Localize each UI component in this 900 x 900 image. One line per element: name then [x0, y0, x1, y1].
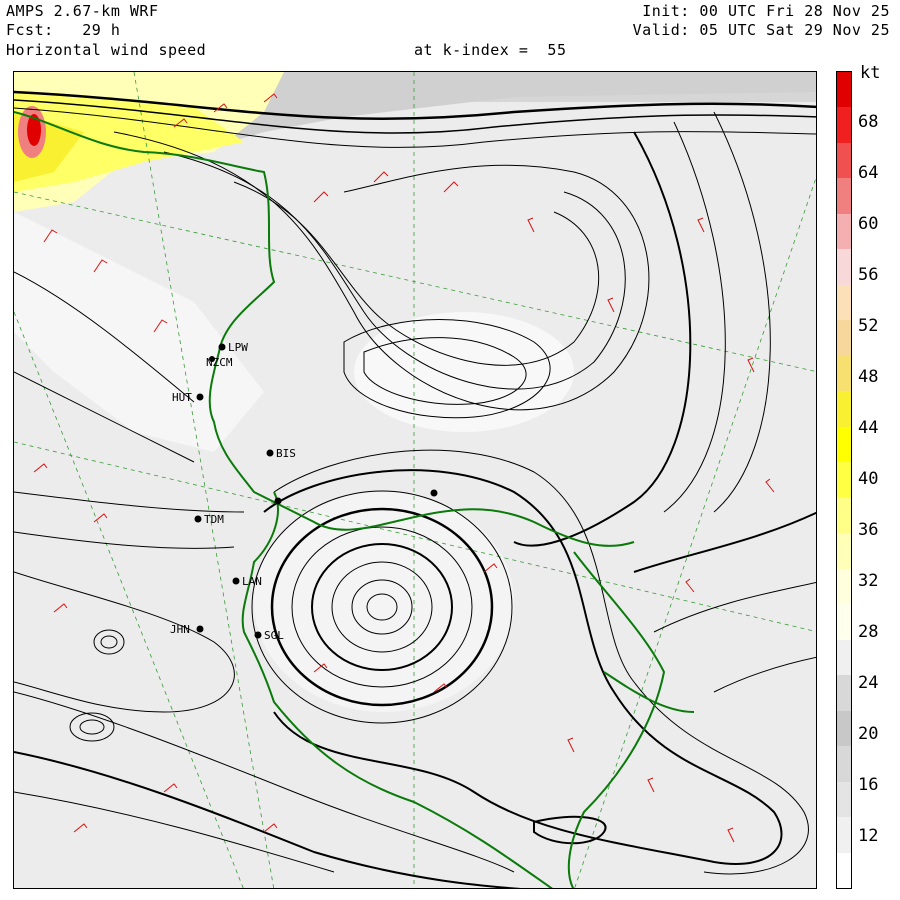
forecast-hour: Fcst: 29 h [6, 21, 121, 39]
station-label: SGL [264, 629, 284, 642]
field-name: Horizontal wind speed [6, 41, 207, 59]
colorbar-segment [837, 107, 851, 144]
station-marker [254, 631, 262, 639]
colorbar-segment [837, 178, 851, 215]
colorbar-tick-label: 68 [858, 112, 879, 132]
inner-calm-shading [354, 312, 574, 432]
colorbar-tick-label: 48 [858, 367, 879, 387]
station-marker [274, 497, 282, 505]
init-time: Init: 00 UTC Fri 28 Nov 25 [642, 2, 890, 20]
level-label: at k-index = 55 [414, 41, 567, 59]
colorbar-segment [837, 710, 851, 747]
colorbar-segment [837, 320, 851, 357]
colorbar-segment [837, 249, 851, 286]
colorbar-segment [837, 675, 851, 712]
station-marker [266, 449, 274, 457]
colorbar-segment [837, 568, 851, 605]
station-label: LAN [242, 575, 262, 588]
colorbar-tick-label: 44 [858, 418, 879, 438]
station-marker [196, 625, 204, 633]
colorbar-unit: kt [860, 63, 881, 83]
colorbar-segment [837, 746, 851, 783]
colorbar-tick-label: 36 [858, 520, 879, 540]
colorbar-segment [837, 284, 851, 321]
colorbar-tick-label: 12 [858, 826, 879, 846]
colorbar-tick-label: 56 [858, 265, 879, 285]
colorbar-segment [837, 781, 851, 818]
colorbar-segment [837, 639, 851, 676]
station-label: HUT [172, 391, 192, 404]
colorbar-tick-label: 28 [858, 622, 879, 642]
colorbar-tick-label: 24 [858, 673, 879, 693]
colorbar-segment [837, 72, 851, 108]
station-label: TDM [204, 513, 224, 526]
colorbar-tick-label: 16 [858, 775, 879, 795]
station-marker [232, 577, 240, 585]
station-label: LPW [228, 341, 248, 354]
colorbar-segment [837, 213, 851, 250]
colorbar-segment [837, 533, 851, 570]
colorbar-tick-label: 64 [858, 163, 879, 183]
colorbar-segment [837, 817, 851, 853]
valid-time: Valid: 05 UTC Sat 29 Nov 25 [632, 21, 890, 39]
station-marker [194, 515, 202, 523]
station-label: BIS [276, 447, 296, 460]
station-label: JHN [170, 623, 190, 636]
colorbar-segment [837, 604, 851, 641]
colorbar [836, 71, 852, 889]
colorbar-segment [837, 497, 851, 534]
station-marker [430, 489, 438, 497]
station-marker [218, 343, 226, 351]
colorbar-segment [837, 426, 851, 463]
colorbar-segment [837, 852, 851, 889]
colorbar-segment [837, 462, 851, 499]
colorbar-tick-label: 52 [858, 316, 879, 336]
colorbar-segment [837, 142, 851, 179]
colorbar-tick-label: 60 [858, 214, 879, 234]
colorbar-tick-label: 40 [858, 469, 879, 489]
colorbar-segment [837, 391, 851, 428]
station-label: NZCM [206, 356, 233, 369]
colorbar-segment [837, 355, 851, 392]
wind-speed-map: LPW NZCM HUT BIS TDM LAN JHN SGL [13, 71, 817, 889]
station-marker [196, 393, 204, 401]
colorbar-tick-label: 20 [858, 724, 879, 744]
model-title: AMPS 2.67-km WRF [6, 2, 159, 20]
colorbar-tick-label: 32 [858, 571, 879, 591]
